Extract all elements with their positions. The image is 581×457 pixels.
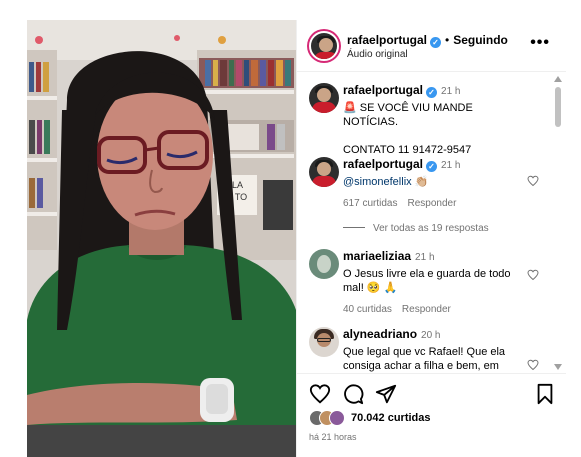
comment-avatar[interactable] xyxy=(309,249,339,279)
reply-button[interactable]: Responder xyxy=(402,304,451,315)
post-details-panel: rafaelportugal ✓ • Seguindo Áudio original … xyxy=(296,20,566,457)
caption-comment: rafaelportugal ✓ 21 h 🚨 SE VOCÊ VIU MANDE … xyxy=(309,83,549,156)
comment-item: mariaeliziaa 21 h O Jesus livre ela e gua… xyxy=(309,249,549,315)
post-actions: 70.042 curtidas há 21 horas xyxy=(297,373,566,457)
comment-avatar[interactable] xyxy=(309,83,339,113)
comment-text[interactable]: @simonefellix 👏🏼 xyxy=(343,175,519,189)
comment-likes[interactable]: 617 curtidas xyxy=(343,198,397,209)
reply-button[interactable]: Responder xyxy=(407,198,456,209)
scroll-up-icon[interactable] xyxy=(554,76,562,82)
more-options-icon[interactable]: ••• xyxy=(530,34,550,52)
comment-likes[interactable]: 40 curtidas xyxy=(343,304,392,315)
post-timestamp[interactable]: há 21 horas xyxy=(309,432,357,442)
comments-list[interactable]: rafaelportugal ✓ 21 h 🚨 SE VOCÊ VIU MANDE … xyxy=(297,73,552,373)
bookmark-icon[interactable] xyxy=(534,383,556,405)
comment-username[interactable]: alyneadriano xyxy=(343,327,417,341)
author-line: rafaelportugal ✓ • Seguindo xyxy=(347,33,508,48)
comment-item: rafaelportugal ✓ 21 h @simonefellix 👏🏼 617… xyxy=(309,157,549,209)
comment-icon[interactable] xyxy=(342,383,364,405)
comments-scrollbar[interactable] xyxy=(553,73,563,373)
verified-icon: ✓ xyxy=(426,161,438,172)
likes-count[interactable]: 70.042 curtidas xyxy=(351,412,431,424)
verified-icon: ✓ xyxy=(426,87,438,98)
comment-avatar[interactable] xyxy=(309,327,339,357)
comment-avatar[interactable] xyxy=(309,157,339,187)
comment-username[interactable]: mariaeliziaa xyxy=(343,249,411,263)
comment-username[interactable]: rafaelportugal xyxy=(343,83,423,97)
scroll-thumb[interactable] xyxy=(555,87,561,127)
video-frame-illustration: SELA FO TO SE xyxy=(27,20,296,457)
share-icon[interactable] xyxy=(375,383,397,405)
comment-text: CONTATO 11 91472-9547 xyxy=(343,144,472,156)
view-replies-label: Ver todas as 19 respostas xyxy=(373,223,489,234)
author-avatar[interactable] xyxy=(309,31,339,61)
liker-avatar xyxy=(329,410,345,426)
verified-icon: ✓ xyxy=(430,37,442,48)
comment-text: O Jesus livre ela e guarda de todo mal! … xyxy=(343,268,511,294)
view-replies-button[interactable]: Ver todas as 19 respostas xyxy=(343,223,489,234)
post-header: rafaelportugal ✓ • Seguindo Áudio original … xyxy=(297,20,566,72)
heart-icon[interactable] xyxy=(527,269,539,281)
audio-label[interactable]: Áudio original xyxy=(347,49,408,60)
author-username[interactable]: rafaelportugal xyxy=(347,33,427,47)
heart-icon[interactable] xyxy=(527,175,539,187)
following-button[interactable]: Seguindo xyxy=(453,33,508,47)
comment-time[interactable]: 20 h xyxy=(421,330,440,341)
comment-time[interactable]: 21 h xyxy=(415,252,434,263)
separator-dot: • xyxy=(445,33,450,47)
post-media-video[interactable]: SELA FO TO SE xyxy=(27,20,296,457)
comment-time[interactable]: 21 h xyxy=(441,160,460,171)
scroll-down-icon[interactable] xyxy=(554,364,562,370)
comment-username[interactable]: rafaelportugal xyxy=(343,157,423,171)
heart-icon[interactable] xyxy=(527,359,539,371)
comment-text: Que legal que vc Rafael! Que ela consiga… xyxy=(343,346,506,372)
comment-item: alyneadriano 20 h Que legal que vc Rafael… xyxy=(309,327,549,373)
replies-line xyxy=(343,227,365,228)
comment-time[interactable]: 21 h xyxy=(441,86,460,97)
comment-text: 🚨 SE VOCÊ VIU MANDE NOTÍCIAS. xyxy=(343,102,473,128)
like-heart-icon[interactable] xyxy=(309,383,331,405)
